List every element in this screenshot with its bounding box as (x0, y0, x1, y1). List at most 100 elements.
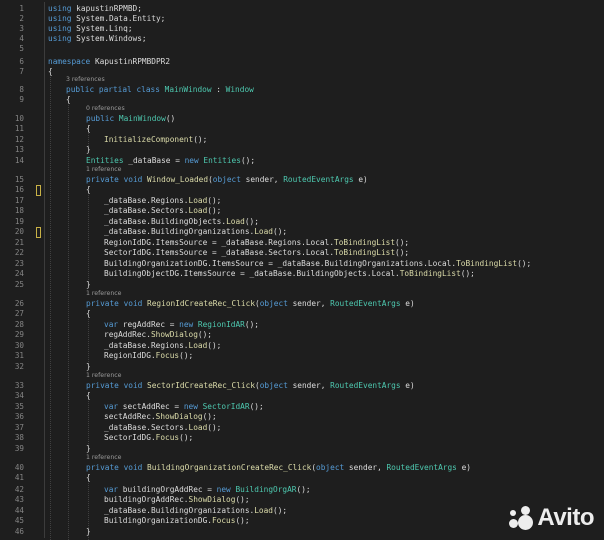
code-token: (); (235, 516, 250, 525)
code-line[interactable]: RegionIdDG.Focus(); (104, 351, 193, 361)
line-number: 31 (14, 351, 24, 360)
codelens-references[interactable]: 1 reference (86, 372, 121, 380)
line-number: 4 (19, 34, 24, 43)
code-line[interactable]: _dataBase.Regions.Load(); (104, 196, 221, 206)
line-number: 41 (14, 473, 24, 482)
code-line[interactable]: BuildingObjectDG.ItemsSource = _dataBase… (104, 269, 475, 279)
code-line[interactable]: } (86, 280, 91, 290)
code-line[interactable]: { (86, 391, 91, 401)
code-line[interactable]: private void Window_Loaded(object sender… (86, 175, 368, 185)
change-marker-icon (36, 185, 41, 196)
code-line[interactable]: { (86, 309, 91, 319)
code-line[interactable]: private void RegionIdCreateRec_Click(obj… (86, 299, 415, 309)
line-number: 22 (14, 248, 24, 257)
indent-guide (88, 190, 89, 282)
line-number: 36 (14, 412, 24, 421)
line-number: 8 (19, 85, 24, 94)
code-line[interactable]: var buildingOrgAddRec = new BuildingOrgA… (104, 485, 311, 495)
code-line[interactable]: BuildingOrganizationDG.ItemsSource = _da… (104, 259, 531, 269)
code-token: } (86, 145, 91, 154)
code-line[interactable]: { (86, 473, 91, 483)
logo-dot-medium (521, 506, 531, 515)
code-token: (); (193, 135, 208, 144)
code-token: using (48, 14, 72, 23)
line-number: 42 (14, 485, 24, 494)
line-number: 32 (14, 362, 24, 371)
code-token: { (86, 473, 91, 482)
code-line[interactable]: { (66, 95, 71, 105)
code-line[interactable]: sectAddRec.ShowDialog(); (104, 412, 217, 422)
codelens-references[interactable]: 0 references (86, 105, 125, 113)
code-token: System.Linq; (71, 24, 133, 33)
code-token: Focus (211, 516, 236, 525)
line-number: 2 (19, 14, 24, 23)
logo-dot-large (518, 515, 534, 530)
code-token: (); (517, 259, 532, 268)
code-line[interactable]: SectorIdDG.ItemsSource = _dataBase.Secto… (104, 248, 409, 258)
code-line[interactable]: _dataBase.BuildingOrganizations.Load(); (104, 227, 287, 237)
code-line[interactable]: var sectAddRec = new SectorIdAR(); (104, 402, 264, 412)
code-line[interactable]: public MainWindow() (86, 114, 175, 124)
code-token: ToBindingList (456, 259, 518, 268)
code-line[interactable]: using kapustinRPMBD; (48, 4, 142, 14)
code-line[interactable]: RegionIdDG.ItemsSource = _dataBase.Regio… (104, 238, 409, 248)
code-line[interactable]: Entities _dataBase = new Entities(); (86, 156, 255, 166)
code-token: KapustinRPMBDPR2 (90, 57, 171, 66)
code-token: buildingOrgAddRec. (104, 495, 189, 504)
code-editor[interactable]: 1 2 3 4 5 6 7 8 9 10 11 12 13 14 15 16 17 18 19 20 21 22 23 24 2… (0, 0, 604, 540)
code-line[interactable]: using System.Linq; (48, 24, 133, 34)
code-token: namespace (48, 57, 91, 66)
codelens-references[interactable]: 1 reference (86, 454, 121, 462)
code-token: var (104, 485, 119, 494)
code-line[interactable]: regAddRec.ShowDialog(); (104, 330, 212, 340)
code-line[interactable]: BuildingOrganizationDG.Focus(); (104, 516, 250, 526)
code-line[interactable]: public partial class MainWindow : Window (66, 85, 254, 95)
code-line[interactable]: namespace KapustinRPMBDPR2 (48, 57, 170, 67)
codelens-references[interactable]: 1 reference (86, 290, 121, 298)
code-line[interactable]: using System.Data.Entity; (48, 14, 165, 24)
code-token: { (86, 185, 91, 194)
line-number: 6 (19, 57, 24, 66)
line-number: 10 (14, 114, 24, 123)
code-line[interactable]: } (86, 527, 91, 537)
code-line[interactable]: using System.Windows; (48, 34, 147, 44)
code-token: sectAddRec. (104, 412, 156, 421)
code-line[interactable]: _dataBase.Sectors.Load(); (104, 423, 221, 433)
line-number: 7 (19, 67, 24, 76)
code-line[interactable]: _dataBase.BuildingObjects.Load(); (104, 217, 259, 227)
code-line[interactable]: } (86, 362, 91, 372)
code-line[interactable]: _dataBase.BuildingOrganizations.Load(); (104, 506, 287, 516)
code-line[interactable]: SectorIdDG.Focus(); (104, 433, 193, 443)
code-token: private (86, 463, 119, 472)
code-line[interactable]: { (86, 124, 91, 134)
code-token: SectorIdDG. (104, 433, 156, 442)
code-token: { (86, 309, 91, 318)
line-number: 13 (14, 145, 24, 154)
line-number: 28 (14, 320, 24, 329)
code-token: : (211, 85, 226, 94)
codelens-references[interactable]: 1 reference (86, 166, 121, 174)
code-line[interactable]: } (86, 145, 91, 155)
code-line[interactable]: } (86, 444, 91, 454)
line-number: 35 (14, 402, 24, 411)
code-token: BuildingOrganizationDG.ItemsSource = _da… (104, 259, 457, 268)
code-line[interactable]: buildingOrgAddRec.ShowDialog(); (104, 495, 250, 505)
code-line[interactable]: { (86, 185, 91, 195)
code-token: RegionIdAR (197, 320, 245, 329)
codelens-references[interactable]: 3 references (66, 76, 105, 84)
avito-watermark: Avito (509, 504, 594, 532)
logo-dot-small (510, 510, 517, 516)
code-line[interactable]: private void BuildingOrganizationCreateR… (86, 463, 471, 473)
code-line[interactable]: _dataBase.Sectors.Load(); (104, 206, 221, 216)
code-line[interactable]: InitializeComponent(); (104, 135, 207, 145)
code-line[interactable]: _dataBase.Regions.Load(); (104, 341, 221, 351)
code-token: kapustinRPMBD; (71, 4, 142, 13)
code-line[interactable]: private void SectorIdCreateRec_Click(obj… (86, 381, 415, 391)
code-token: void (123, 381, 143, 390)
code-line[interactable]: var regAddRec = new RegionIdAR(); (104, 320, 259, 330)
code-token: _dataBase.Regions. (104, 196, 189, 205)
code-line[interactable]: { (48, 67, 53, 77)
code-token: SectorIdDG.ItemsSource = _dataBase.Secto… (104, 248, 335, 257)
indent-guide (50, 72, 51, 540)
code-token: (); (207, 196, 222, 205)
